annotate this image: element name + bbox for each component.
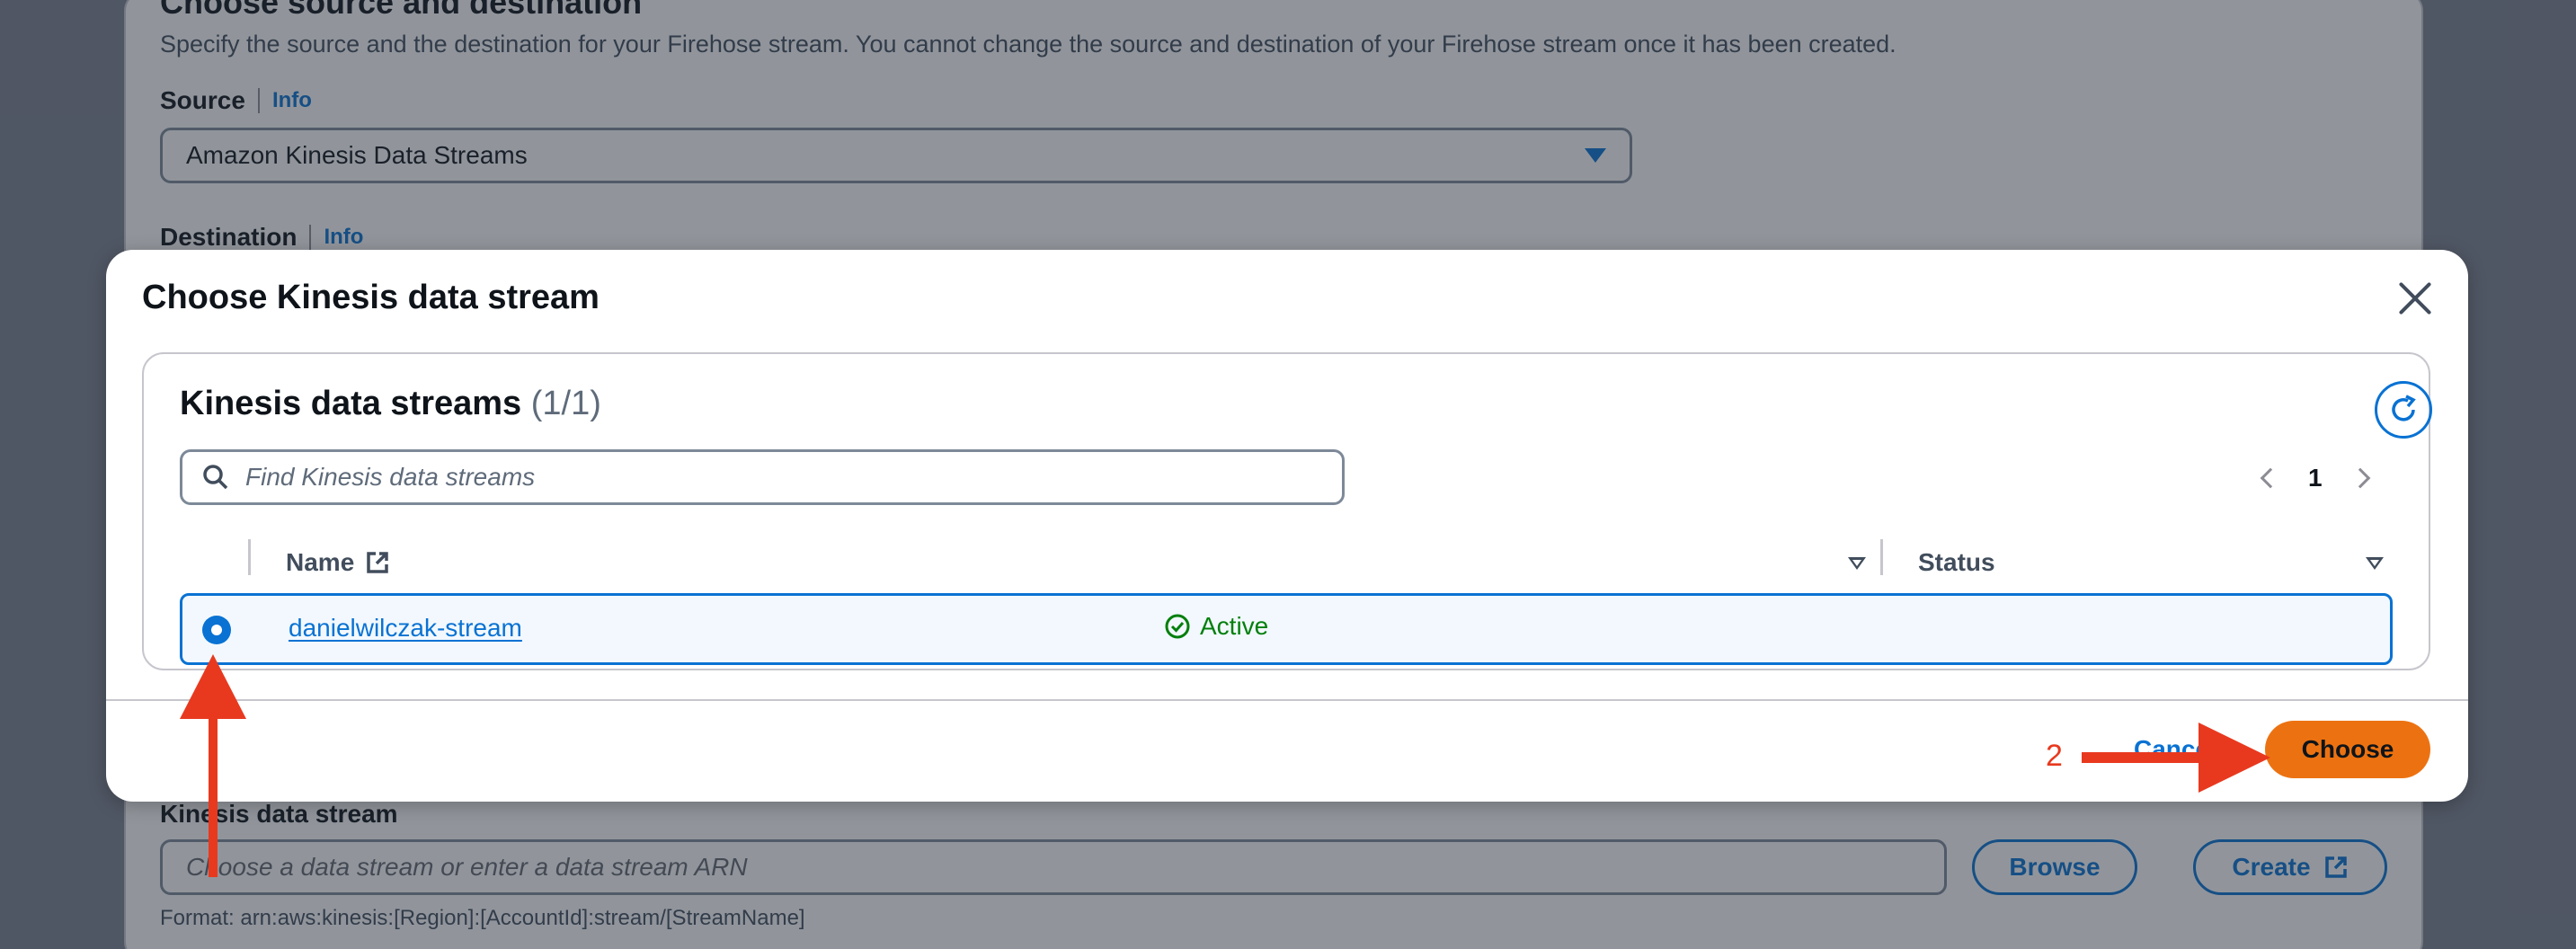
arrow-up-annotation [180, 654, 246, 877]
step-number-annotation: 2 [2046, 739, 2063, 773]
annotation-layer [180, 654, 2270, 877]
arrow-right-annotation [2082, 723, 2270, 793]
